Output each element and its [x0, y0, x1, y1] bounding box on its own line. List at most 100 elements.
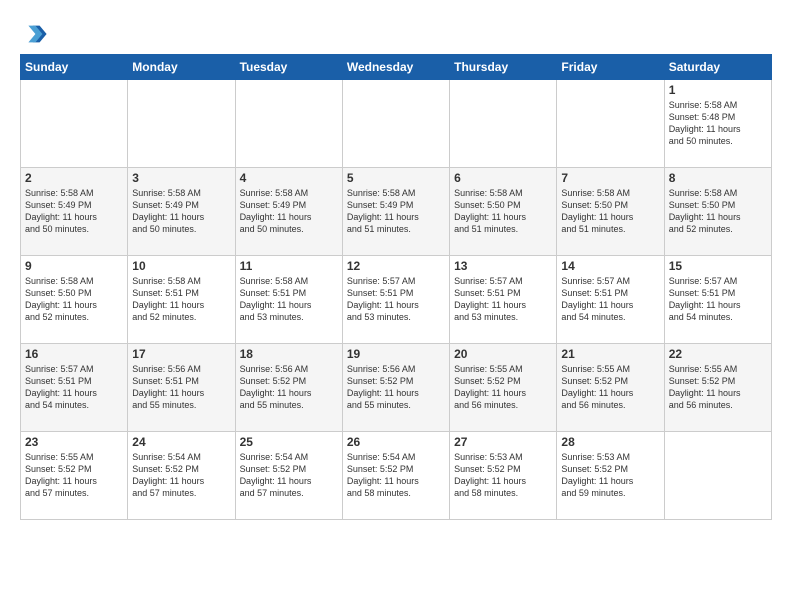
day-number: 4	[240, 171, 338, 185]
day-number: 28	[561, 435, 659, 449]
day-number: 2	[25, 171, 123, 185]
day-number: 19	[347, 347, 445, 361]
calendar-cell: 13 Sunrise: 5:57 AM Sunset: 5:51 PM Dayli…	[450, 256, 557, 344]
day-number: 9	[25, 259, 123, 273]
day-number: 5	[347, 171, 445, 185]
weekday-header: Saturday	[664, 55, 771, 80]
calendar-cell: 23 Sunrise: 5:55 AM Sunset: 5:52 PM Dayli…	[21, 432, 128, 520]
day-number: 25	[240, 435, 338, 449]
calendar-cell: 24 Sunrise: 5:54 AM Sunset: 5:52 PM Dayli…	[128, 432, 235, 520]
day-info: Sunrise: 5:58 AM Sunset: 5:48 PM Dayligh…	[669, 99, 767, 148]
day-number: 17	[132, 347, 230, 361]
logo-icon	[20, 20, 48, 48]
calendar-cell: 17 Sunrise: 5:56 AM Sunset: 5:51 PM Dayli…	[128, 344, 235, 432]
day-number: 23	[25, 435, 123, 449]
calendar-cell: 3 Sunrise: 5:58 AM Sunset: 5:49 PM Daylig…	[128, 168, 235, 256]
day-info: Sunrise: 5:55 AM Sunset: 5:52 PM Dayligh…	[25, 451, 123, 500]
calendar-cell: 4 Sunrise: 5:58 AM Sunset: 5:49 PM Daylig…	[235, 168, 342, 256]
calendar-cell: 15 Sunrise: 5:57 AM Sunset: 5:51 PM Dayli…	[664, 256, 771, 344]
day-info: Sunrise: 5:58 AM Sunset: 5:49 PM Dayligh…	[25, 187, 123, 236]
day-info: Sunrise: 5:57 AM Sunset: 5:51 PM Dayligh…	[25, 363, 123, 412]
calendar-cell: 18 Sunrise: 5:56 AM Sunset: 5:52 PM Dayli…	[235, 344, 342, 432]
day-info: Sunrise: 5:54 AM Sunset: 5:52 PM Dayligh…	[240, 451, 338, 500]
day-number: 7	[561, 171, 659, 185]
calendar-cell	[21, 80, 128, 168]
weekday-header-row: SundayMondayTuesdayWednesdayThursdayFrid…	[21, 55, 772, 80]
calendar-cell	[235, 80, 342, 168]
day-info: Sunrise: 5:58 AM Sunset: 5:50 PM Dayligh…	[669, 187, 767, 236]
calendar-cell	[557, 80, 664, 168]
day-info: Sunrise: 5:56 AM Sunset: 5:52 PM Dayligh…	[240, 363, 338, 412]
weekday-header: Monday	[128, 55, 235, 80]
day-info: Sunrise: 5:58 AM Sunset: 5:51 PM Dayligh…	[132, 275, 230, 324]
calendar-cell	[128, 80, 235, 168]
day-number: 16	[25, 347, 123, 361]
day-number: 15	[669, 259, 767, 273]
calendar-cell: 19 Sunrise: 5:56 AM Sunset: 5:52 PM Dayli…	[342, 344, 449, 432]
calendar-cell: 12 Sunrise: 5:57 AM Sunset: 5:51 PM Dayli…	[342, 256, 449, 344]
day-info: Sunrise: 5:58 AM Sunset: 5:50 PM Dayligh…	[25, 275, 123, 324]
day-info: Sunrise: 5:53 AM Sunset: 5:52 PM Dayligh…	[561, 451, 659, 500]
day-info: Sunrise: 5:58 AM Sunset: 5:49 PM Dayligh…	[132, 187, 230, 236]
day-info: Sunrise: 5:55 AM Sunset: 5:52 PM Dayligh…	[561, 363, 659, 412]
day-number: 20	[454, 347, 552, 361]
calendar-week-row: 16 Sunrise: 5:57 AM Sunset: 5:51 PM Dayli…	[21, 344, 772, 432]
header	[20, 16, 772, 48]
calendar-cell: 27 Sunrise: 5:53 AM Sunset: 5:52 PM Dayli…	[450, 432, 557, 520]
day-info: Sunrise: 5:58 AM Sunset: 5:49 PM Dayligh…	[240, 187, 338, 236]
day-number: 22	[669, 347, 767, 361]
calendar-week-row: 9 Sunrise: 5:58 AM Sunset: 5:50 PM Daylig…	[21, 256, 772, 344]
calendar-cell: 28 Sunrise: 5:53 AM Sunset: 5:52 PM Dayli…	[557, 432, 664, 520]
day-info: Sunrise: 5:55 AM Sunset: 5:52 PM Dayligh…	[454, 363, 552, 412]
calendar-cell: 22 Sunrise: 5:55 AM Sunset: 5:52 PM Dayli…	[664, 344, 771, 432]
day-info: Sunrise: 5:57 AM Sunset: 5:51 PM Dayligh…	[347, 275, 445, 324]
calendar-cell: 10 Sunrise: 5:58 AM Sunset: 5:51 PM Dayli…	[128, 256, 235, 344]
weekday-header: Thursday	[450, 55, 557, 80]
day-info: Sunrise: 5:57 AM Sunset: 5:51 PM Dayligh…	[669, 275, 767, 324]
weekday-header: Tuesday	[235, 55, 342, 80]
calendar-cell: 1 Sunrise: 5:58 AM Sunset: 5:48 PM Daylig…	[664, 80, 771, 168]
calendar: SundayMondayTuesdayWednesdayThursdayFrid…	[20, 54, 772, 520]
day-number: 26	[347, 435, 445, 449]
calendar-week-row: 23 Sunrise: 5:55 AM Sunset: 5:52 PM Dayli…	[21, 432, 772, 520]
day-number: 18	[240, 347, 338, 361]
day-info: Sunrise: 5:56 AM Sunset: 5:52 PM Dayligh…	[347, 363, 445, 412]
day-number: 1	[669, 83, 767, 97]
day-number: 13	[454, 259, 552, 273]
calendar-week-row: 1 Sunrise: 5:58 AM Sunset: 5:48 PM Daylig…	[21, 80, 772, 168]
day-number: 27	[454, 435, 552, 449]
day-number: 21	[561, 347, 659, 361]
calendar-cell: 21 Sunrise: 5:55 AM Sunset: 5:52 PM Dayli…	[557, 344, 664, 432]
calendar-cell: 16 Sunrise: 5:57 AM Sunset: 5:51 PM Dayli…	[21, 344, 128, 432]
calendar-cell: 2 Sunrise: 5:58 AM Sunset: 5:49 PM Daylig…	[21, 168, 128, 256]
day-info: Sunrise: 5:53 AM Sunset: 5:52 PM Dayligh…	[454, 451, 552, 500]
calendar-cell: 20 Sunrise: 5:55 AM Sunset: 5:52 PM Dayli…	[450, 344, 557, 432]
day-number: 12	[347, 259, 445, 273]
day-info: Sunrise: 5:57 AM Sunset: 5:51 PM Dayligh…	[561, 275, 659, 324]
calendar-cell: 8 Sunrise: 5:58 AM Sunset: 5:50 PM Daylig…	[664, 168, 771, 256]
day-number: 10	[132, 259, 230, 273]
day-info: Sunrise: 5:54 AM Sunset: 5:52 PM Dayligh…	[347, 451, 445, 500]
day-number: 8	[669, 171, 767, 185]
day-number: 24	[132, 435, 230, 449]
day-number: 3	[132, 171, 230, 185]
day-info: Sunrise: 5:56 AM Sunset: 5:51 PM Dayligh…	[132, 363, 230, 412]
day-number: 11	[240, 259, 338, 273]
page: SundayMondayTuesdayWednesdayThursdayFrid…	[0, 0, 792, 612]
calendar-cell	[664, 432, 771, 520]
calendar-cell: 9 Sunrise: 5:58 AM Sunset: 5:50 PM Daylig…	[21, 256, 128, 344]
logo	[20, 20, 52, 48]
day-info: Sunrise: 5:55 AM Sunset: 5:52 PM Dayligh…	[669, 363, 767, 412]
weekday-header: Sunday	[21, 55, 128, 80]
day-info: Sunrise: 5:58 AM Sunset: 5:50 PM Dayligh…	[561, 187, 659, 236]
calendar-cell: 11 Sunrise: 5:58 AM Sunset: 5:51 PM Dayli…	[235, 256, 342, 344]
calendar-week-row: 2 Sunrise: 5:58 AM Sunset: 5:49 PM Daylig…	[21, 168, 772, 256]
day-info: Sunrise: 5:54 AM Sunset: 5:52 PM Dayligh…	[132, 451, 230, 500]
calendar-cell: 14 Sunrise: 5:57 AM Sunset: 5:51 PM Dayli…	[557, 256, 664, 344]
calendar-cell	[342, 80, 449, 168]
calendar-cell: 26 Sunrise: 5:54 AM Sunset: 5:52 PM Dayli…	[342, 432, 449, 520]
day-info: Sunrise: 5:58 AM Sunset: 5:51 PM Dayligh…	[240, 275, 338, 324]
day-number: 14	[561, 259, 659, 273]
day-info: Sunrise: 5:57 AM Sunset: 5:51 PM Dayligh…	[454, 275, 552, 324]
calendar-cell: 7 Sunrise: 5:58 AM Sunset: 5:50 PM Daylig…	[557, 168, 664, 256]
